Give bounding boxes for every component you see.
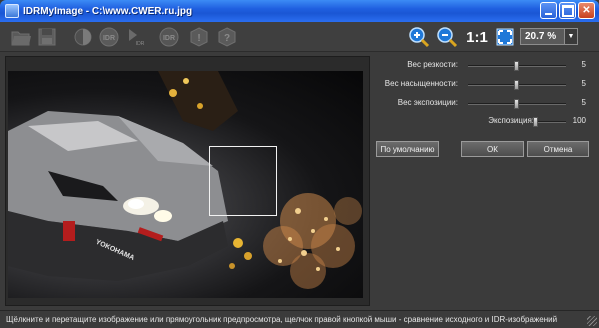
exposure-slider[interactable]: Экспозиция: 100 bbox=[376, 116, 586, 128]
saturation-weight-slider[interactable]: Вес насыщенности: 5 bbox=[376, 79, 586, 91]
maximize-button[interactable] bbox=[559, 2, 576, 19]
app-icon bbox=[5, 4, 19, 18]
default-button[interactable]: По умолчанию bbox=[376, 141, 439, 157]
maximize-icon bbox=[560, 3, 575, 18]
car-photo-image: YOKOHAMA bbox=[8, 71, 362, 289]
close-button[interactable]: ✕ bbox=[578, 2, 595, 19]
slider-thumb[interactable] bbox=[533, 117, 538, 127]
svg-text:IDR: IDR bbox=[103, 35, 115, 42]
zoom-value: 20.7 % bbox=[525, 31, 557, 42]
idr-icon[interactable]: IDR bbox=[98, 26, 120, 48]
half-circle-icon[interactable] bbox=[72, 26, 94, 48]
svg-text:!: ! bbox=[197, 33, 200, 44]
fit-window-icon[interactable] bbox=[494, 26, 516, 48]
preview-rectangle[interactable] bbox=[209, 146, 277, 216]
idr-gear-icon[interactable]: IDR bbox=[158, 26, 180, 48]
idr-small-icon[interactable]: IDR bbox=[126, 26, 148, 48]
slider-value: 5 bbox=[581, 98, 586, 107]
save-disk-icon[interactable] bbox=[36, 26, 58, 48]
slider-thumb[interactable] bbox=[514, 99, 519, 109]
slider-track[interactable] bbox=[536, 121, 566, 123]
open-folder-icon[interactable] bbox=[10, 26, 32, 48]
cancel-button[interactable]: Отмена bbox=[527, 141, 589, 157]
slider-label: Вес экспозиции: bbox=[397, 98, 458, 107]
status-text: Щёлкните и перетащите изображение или пр… bbox=[6, 315, 558, 324]
close-icon: ✕ bbox=[582, 5, 591, 16]
status-bar: Щёлкните и перетащите изображение или пр… bbox=[0, 310, 599, 328]
slider-value: 100 bbox=[572, 116, 586, 125]
minimize-button[interactable] bbox=[540, 2, 557, 19]
svg-text:?: ? bbox=[224, 33, 230, 44]
actual-size-button[interactable]: 1:1 bbox=[464, 26, 490, 48]
chevron-down-icon[interactable]: ▼ bbox=[564, 29, 577, 44]
zoom-out-icon[interactable] bbox=[436, 26, 458, 48]
slider-label: Экспозиция: bbox=[488, 116, 534, 125]
window-controls: ✕ bbox=[540, 2, 595, 19]
toolbar: IDR IDR IDR ! ? 1:1 bbox=[0, 22, 599, 52]
info-icon[interactable]: ! bbox=[188, 26, 210, 48]
preview-image[interactable]: YOKOHAMA bbox=[8, 71, 363, 298]
sharpness-weight-slider[interactable]: Вес резкости: 5 bbox=[376, 60, 586, 72]
slider-thumb[interactable] bbox=[514, 80, 519, 90]
title-bar[interactable]: IDRMyImage - C:\www.CWER.ru.jpg ✕ bbox=[0, 0, 599, 22]
ok-button[interactable]: ОК bbox=[461, 141, 524, 157]
resize-grip-icon[interactable] bbox=[587, 316, 597, 326]
slider-label: Вес резкости: bbox=[407, 60, 458, 69]
svg-text:IDR: IDR bbox=[136, 41, 145, 47]
svg-text:IDR: IDR bbox=[163, 35, 175, 42]
zoom-select[interactable]: 20.7 % ▼ bbox=[520, 28, 578, 45]
settings-icon[interactable]: ? bbox=[216, 26, 238, 48]
zoom-in-icon[interactable] bbox=[408, 26, 430, 48]
slider-thumb[interactable] bbox=[514, 61, 519, 71]
minimize-icon bbox=[541, 3, 556, 18]
slider-value: 5 bbox=[581, 79, 586, 88]
exposure-weight-slider[interactable]: Вес экспозиции: 5 bbox=[376, 98, 586, 110]
slider-value: 5 bbox=[581, 60, 586, 69]
window-title: IDRMyImage - C:\www.CWER.ru.jpg bbox=[23, 5, 193, 17]
slider-label: Вес насыщенности: bbox=[384, 79, 458, 88]
